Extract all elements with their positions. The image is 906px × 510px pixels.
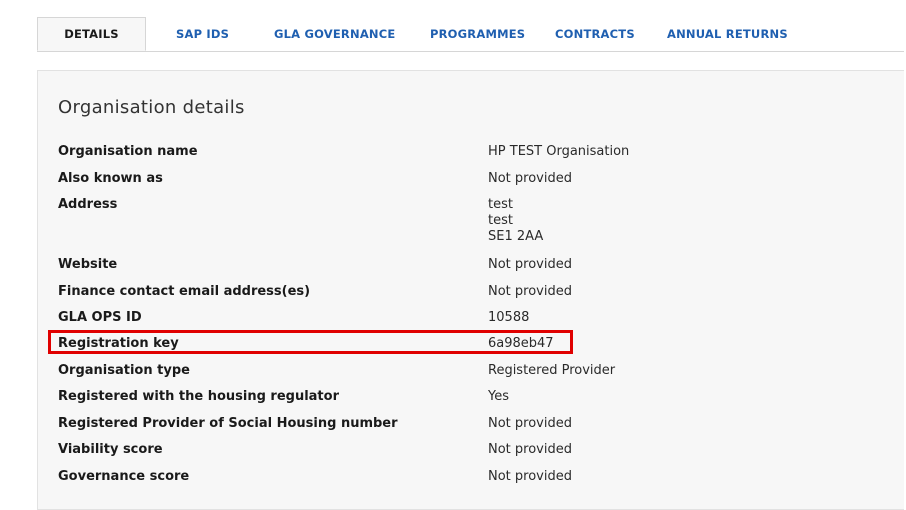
value-address-line3: SE1 2AA [488,229,544,244]
value-viability-score: Not provided [488,442,572,457]
value-address-line2: test [488,213,513,228]
label-registered-with-regulator: Registered with the housing regulator [58,389,339,404]
label-viability-score: Viability score [58,442,163,457]
value-governance-score: Not provided [488,469,572,484]
value-address-line1: test [488,197,513,212]
tab-programmes[interactable]: PROGRAMMES [430,17,525,51]
registration-key-highlight [48,330,573,354]
value-registered-with-regulator: Yes [488,389,509,404]
tab-bar: DETAILS SAP IDS GLA GOVERNANCE PROGRAMME… [37,17,904,52]
tab-sap-ids[interactable]: SAP IDS [176,17,229,51]
label-gla-ops-id: GLA OPS ID [58,310,142,325]
section-title: Organisation details [58,97,245,118]
label-website: Website [58,257,118,272]
tab-gla-governance[interactable]: GLA GOVERNANCE [274,17,395,51]
label-finance-contact: Finance contact email address(es) [58,284,311,299]
value-gla-ops-id: 10588 [488,310,530,325]
value-rp-social-housing-number: Not provided [488,416,572,431]
tab-contracts[interactable]: CONTRACTS [555,17,635,51]
value-finance-contact: Not provided [488,284,572,299]
value-website: Not provided [488,257,572,272]
value-also-known-as: Not provided [488,171,572,186]
label-governance-score: Governance score [58,469,190,484]
label-organisation-type: Organisation type [58,363,190,378]
value-organisation-name: HP TEST Organisation [488,144,630,159]
label-address: Address [58,197,118,212]
label-organisation-name: Organisation name [58,144,198,159]
label-also-known-as: Also known as [58,171,163,186]
label-rp-social-housing-number: Registered Provider of Social Housing nu… [58,416,398,431]
value-organisation-type: Registered Provider [488,363,616,378]
tab-annual-returns[interactable]: ANNUAL RETURNS [667,17,788,51]
tab-details[interactable]: DETAILS [37,17,146,51]
